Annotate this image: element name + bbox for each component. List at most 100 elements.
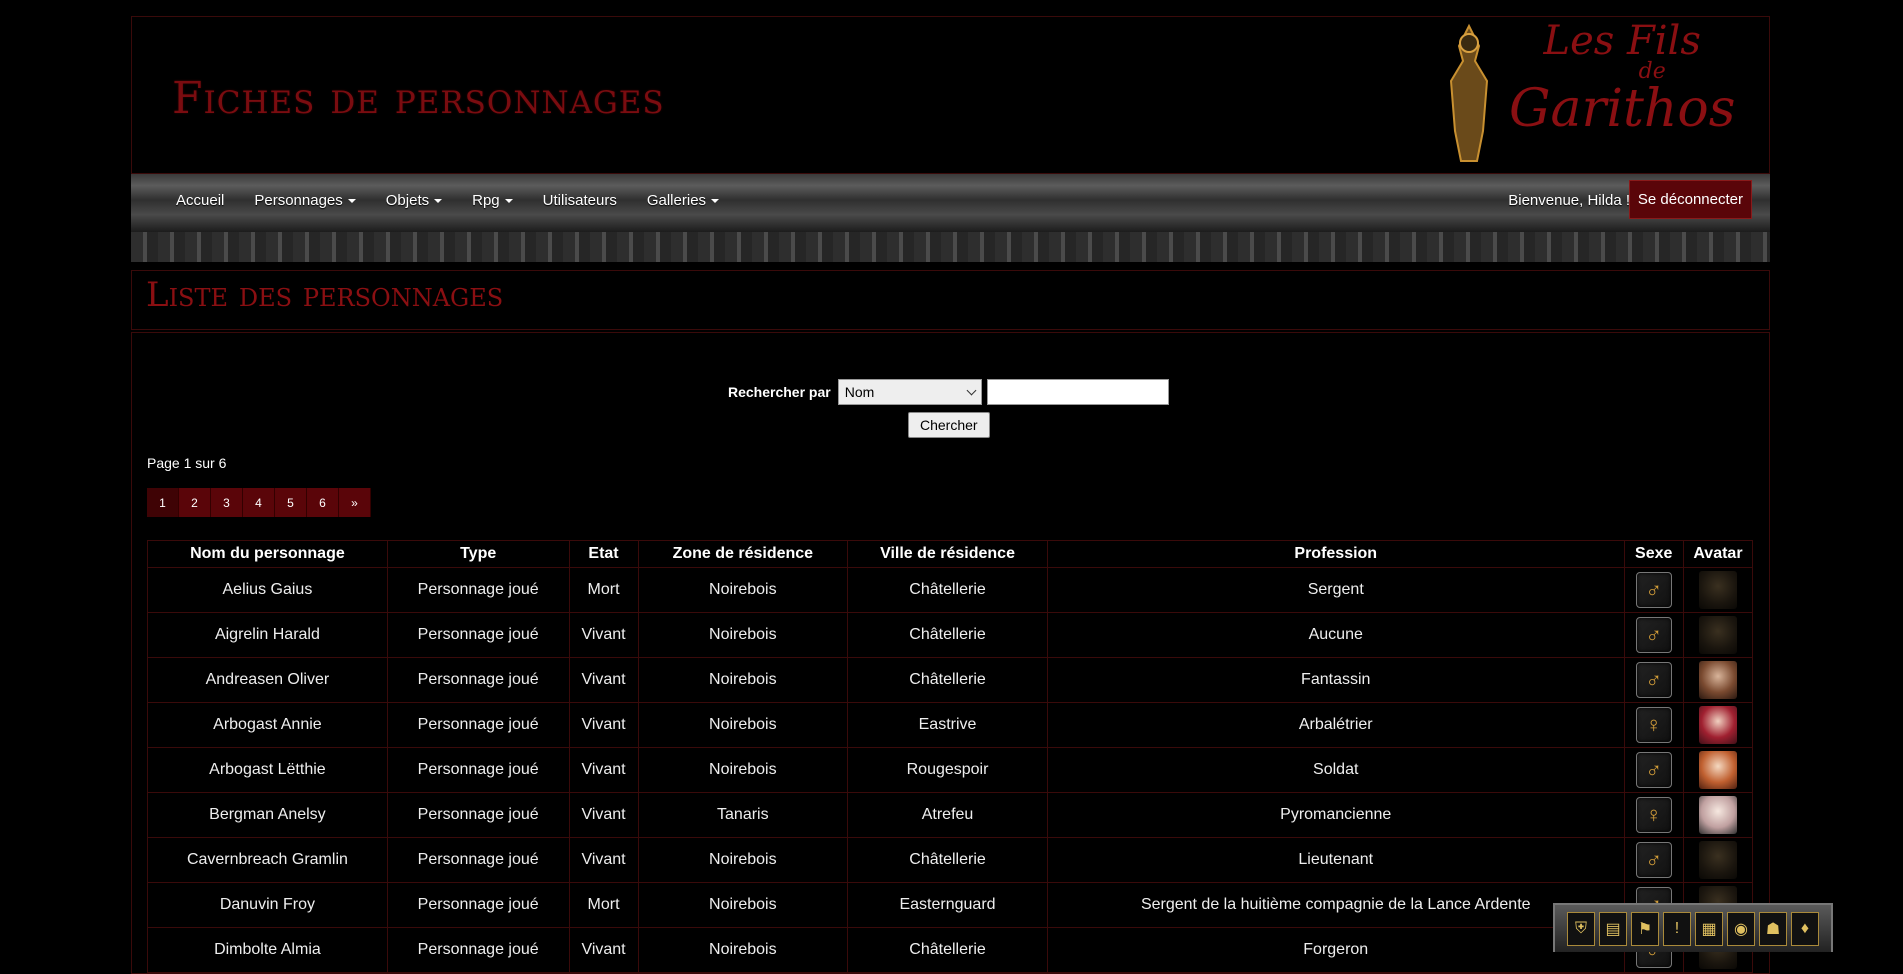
- column-header[interactable]: Zone de résidence: [637, 540, 849, 568]
- table-row[interactable]: Dimbolte Almia Personnage joué Vivant Noire…: [147, 927, 1754, 973]
- page-info: Page 1 sur 6: [147, 455, 227, 471]
- column-header[interactable]: Avatar: [1682, 540, 1754, 568]
- cell-name[interactable]: Dimbolte Almia: [147, 927, 388, 973]
- cell-type: Personnage joué: [386, 612, 570, 658]
- cell-name[interactable]: Danuvin Froy: [147, 882, 388, 928]
- table-row[interactable]: Aelius Gaius Personnage joué Mort Noirebois…: [147, 567, 1754, 613]
- nav-item-utilisateurs[interactable]: Utilisateurs: [543, 192, 617, 209]
- cell-avatar: [1682, 747, 1754, 793]
- cell-sex: ♂: [1623, 567, 1684, 613]
- nav-item-label: Galleries: [646, 192, 707, 209]
- scroll-icon[interactable]: ▤: [1599, 911, 1627, 946]
- avatar[interactable]: [1698, 796, 1737, 834]
- cell-type: Personnage joué: [386, 702, 570, 748]
- column-header[interactable]: Sexe: [1623, 540, 1684, 568]
- table-row[interactable]: Cavernbreach Gramlin Personnage joué Vivan…: [147, 837, 1754, 883]
- main-content: Rechercher par Nom Chercher Page 1 sur 6…: [131, 332, 1770, 974]
- site-logo[interactable]: Les Fils de Garithos: [1429, 21, 1735, 171]
- male-symbol-icon: ♂: [1635, 752, 1672, 788]
- male-symbol-icon: ♂: [1635, 662, 1672, 698]
- search-field-select[interactable]: Nom: [837, 379, 982, 405]
- column-header[interactable]: Ville de résidence: [847, 540, 1048, 568]
- search-form: Rechercher par Nom: [728, 379, 1169, 405]
- avatar[interactable]: [1698, 571, 1737, 609]
- page-link[interactable]: 6: [307, 488, 339, 517]
- nav-item-galleries[interactable]: Galleries: [646, 192, 720, 209]
- cell-name[interactable]: Andreasen Oliver: [147, 657, 388, 703]
- column-header[interactable]: Profession: [1046, 540, 1625, 568]
- page-link[interactable]: 3: [211, 488, 243, 517]
- section-title: Liste des personnages: [146, 275, 504, 315]
- cell-city: Châtellerie: [847, 567, 1048, 613]
- cell-state: Mort: [568, 882, 639, 928]
- table-row[interactable]: Danuvin Froy Personnage joué Mort Noirebois…: [147, 882, 1754, 928]
- avatar[interactable]: [1698, 661, 1737, 699]
- nav-item-personnages[interactable]: Personnages: [254, 192, 356, 209]
- cell-sex: ♂: [1623, 837, 1684, 883]
- avatar[interactable]: [1698, 616, 1737, 654]
- column-header[interactable]: Type: [386, 540, 570, 568]
- pagination: 1 2 3 4 5 6»: [147, 488, 371, 517]
- cell-type: Personnage joué: [386, 837, 570, 883]
- page-link[interactable]: 1: [147, 488, 179, 517]
- orb-icon[interactable]: ◉: [1727, 911, 1755, 946]
- helmet-icon[interactable]: ☗: [1759, 911, 1787, 946]
- column-header[interactable]: Nom du personnage: [147, 540, 388, 568]
- table-row[interactable]: Arbogast Annie Personnage joué Vivant Noire…: [147, 702, 1754, 748]
- search-input[interactable]: [986, 379, 1169, 405]
- search-button[interactable]: Chercher: [908, 412, 990, 438]
- cell-state: Vivant: [568, 837, 639, 883]
- cell-zone: Noirebois: [637, 882, 849, 928]
- cell-name[interactable]: Arbogast Lëtthie: [147, 747, 388, 793]
- banner-icon[interactable]: ⚑: [1631, 911, 1659, 946]
- cell-type: Personnage joué: [386, 567, 570, 613]
- nav-item-objets[interactable]: Objets: [385, 192, 443, 209]
- chevron-down-icon: [966, 385, 977, 395]
- cell-profession: Sergent de la huitième compagnie de la L…: [1046, 882, 1625, 928]
- cell-zone: Noirebois: [637, 612, 849, 658]
- column-header[interactable]: Etat: [568, 540, 639, 568]
- table-row[interactable]: Bergman Anelsy Personnage joué Vivant Tanar…: [147, 792, 1754, 838]
- logout-button[interactable]: Se déconnecter: [1628, 180, 1752, 219]
- page-link[interactable]: »: [339, 488, 371, 517]
- avatar[interactable]: [1698, 751, 1737, 789]
- cell-sex: ♂: [1623, 612, 1684, 658]
- map-icon[interactable]: ▦: [1695, 911, 1723, 946]
- cell-type: Personnage joué: [386, 882, 570, 928]
- main-navbar: Accueil Personnages Objets Rpg Utilisateurs G…: [131, 174, 1770, 262]
- cell-profession: Soldat: [1046, 747, 1625, 793]
- shield-icon[interactable]: ⛨: [1567, 911, 1595, 946]
- cell-profession: Forgeron: [1046, 927, 1625, 973]
- alert-icon[interactable]: !: [1663, 911, 1691, 946]
- cell-city: Rougespoir: [847, 747, 1048, 793]
- cell-state: Vivant: [568, 612, 639, 658]
- nav-item-rpg[interactable]: Rpg: [472, 192, 513, 209]
- blood-icon[interactable]: ♦: [1791, 911, 1819, 946]
- avatar[interactable]: [1698, 706, 1737, 744]
- cell-name[interactable]: Cavernbreach Gramlin: [147, 837, 388, 883]
- page-link[interactable]: 4: [243, 488, 275, 517]
- cell-profession: Fantassin: [1046, 657, 1625, 703]
- cell-name[interactable]: Bergman Anelsy: [147, 792, 388, 838]
- cell-name[interactable]: Aelius Gaius: [147, 567, 388, 613]
- cell-avatar: [1682, 657, 1754, 703]
- cell-name[interactable]: Arbogast Annie: [147, 702, 388, 748]
- page-link[interactable]: 5: [275, 488, 307, 517]
- cell-name[interactable]: Aigrelin Harald: [147, 612, 388, 658]
- avatar[interactable]: [1698, 841, 1737, 879]
- cell-profession: Arbalétrier: [1046, 702, 1625, 748]
- nav-item-label: Objets: [385, 192, 430, 209]
- nav-item-label: Personnages: [254, 192, 343, 209]
- nav-item-accueil[interactable]: Accueil: [176, 192, 224, 209]
- cell-avatar: [1682, 792, 1754, 838]
- caret-down-icon: [434, 199, 443, 204]
- table-row[interactable]: Aigrelin Harald Personnage joué Vivant Noir…: [147, 612, 1754, 658]
- table-row[interactable]: Andreasen Oliver Personnage joué Vivant Noi…: [147, 657, 1754, 703]
- table-row[interactable]: Arbogast Lëtthie Personnage joué Vivant Noi…: [147, 747, 1754, 793]
- page-link[interactable]: 2: [179, 488, 211, 517]
- search-label: Rechercher par: [728, 384, 831, 400]
- female-symbol-icon: ♀: [1635, 797, 1672, 833]
- cell-state: Vivant: [568, 792, 639, 838]
- caret-down-icon: [711, 199, 720, 204]
- cell-zone: Noirebois: [637, 567, 849, 613]
